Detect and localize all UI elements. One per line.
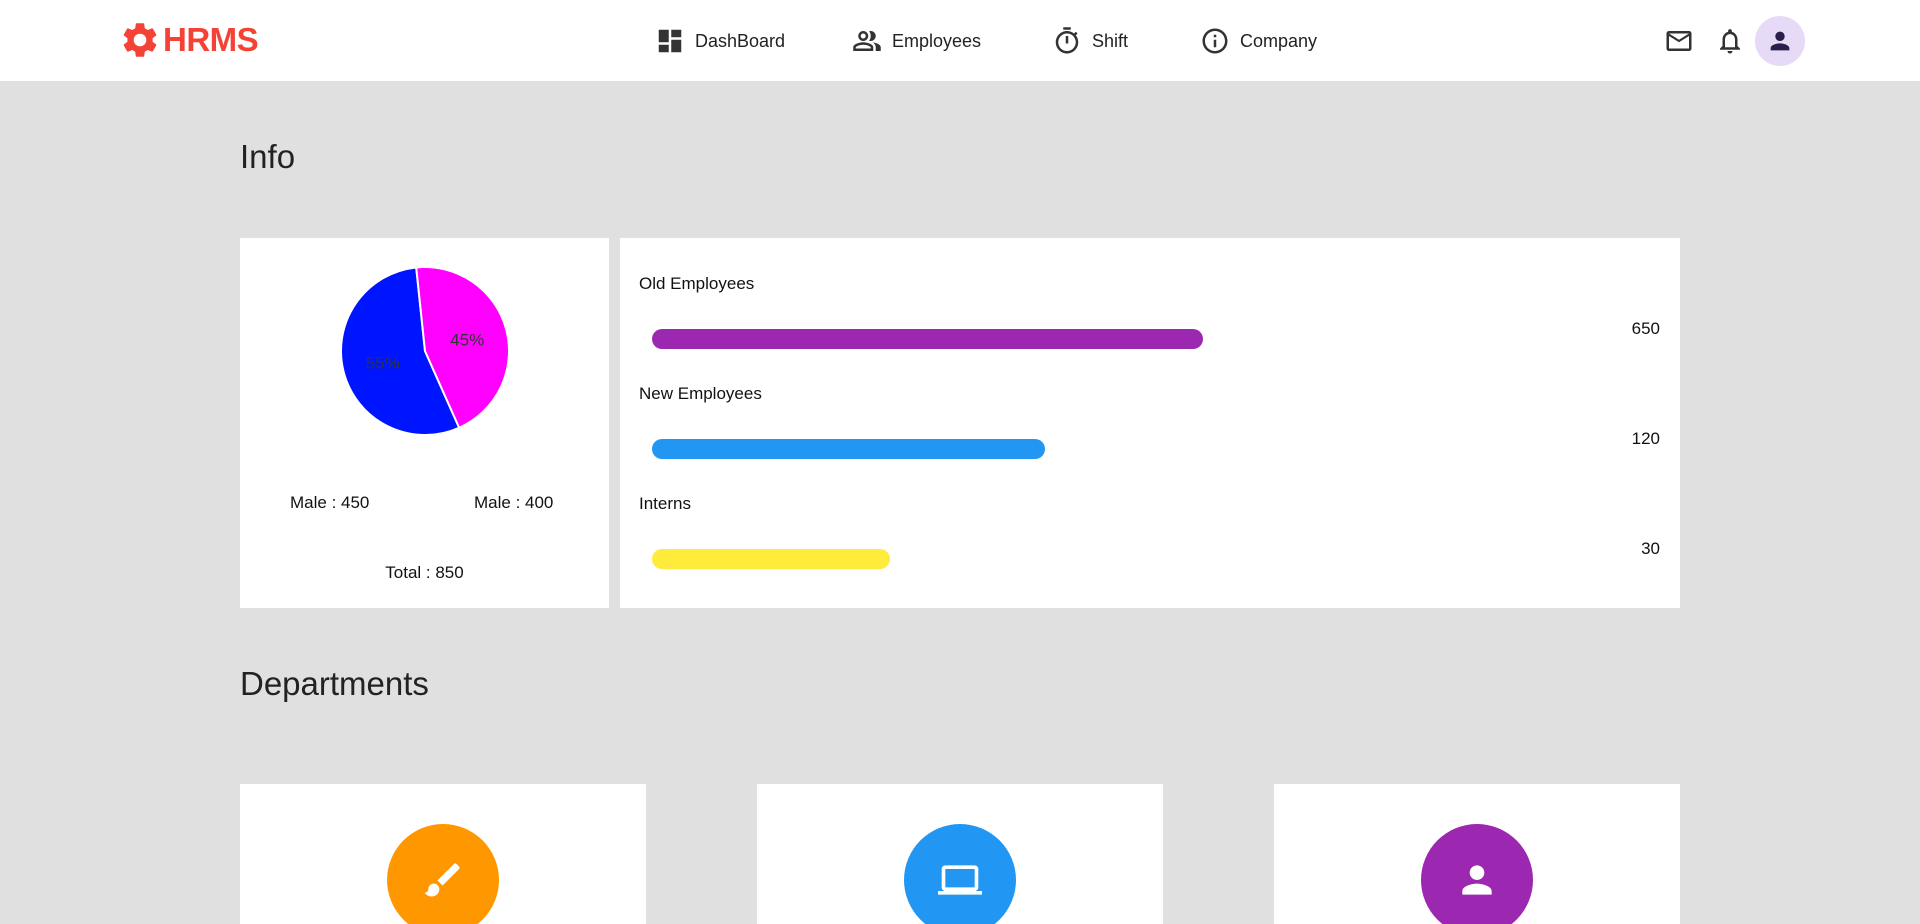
info-heading: Info: [240, 138, 296, 175]
departments-heading: Departments: [240, 665, 429, 702]
stat-value: 120: [1631, 429, 1660, 448]
brush-icon: [424, 863, 460, 897]
mail-icon: [1666, 31, 1692, 51]
gear-icon: [123, 23, 157, 57]
dashboard-icon: [658, 29, 682, 53]
stat-label: New Employees: [639, 384, 762, 403]
employee-stats-card: Old Employees 650 New Employees 120 Inte…: [620, 238, 1680, 608]
mail-button[interactable]: [1664, 26, 1694, 56]
laptop-icon: [938, 865, 982, 895]
stat-label: Old Employees: [639, 274, 755, 293]
brand-name: HRMS: [163, 21, 259, 58]
stat-row-new-employees: New Employees 120: [620, 384, 1680, 494]
pie-slice-label: 45%: [450, 331, 484, 350]
nav-shift[interactable]: Shift: [1052, 20, 1128, 62]
total-count: Total : 850: [385, 563, 464, 582]
stat-label: Interns: [639, 494, 691, 513]
nav-company[interactable]: Company: [1200, 20, 1317, 62]
progress-track: [652, 439, 1628, 459]
person-icon: [1462, 865, 1492, 895]
timer-icon: [1055, 27, 1079, 54]
department-icon-circle: [904, 824, 1016, 924]
department-icon-circle: [387, 824, 499, 924]
nav-employees-label: Employees: [892, 30, 982, 51]
department-card-design[interactable]: [240, 784, 646, 924]
gender-pie-card: 55% 45% Male : 450 Male : 400 Total : 850: [240, 238, 609, 608]
progress-track: [652, 329, 1628, 349]
account-avatar-icon: [1770, 31, 1790, 51]
progress-bar: [652, 439, 1046, 459]
progress-track: [652, 549, 1628, 569]
progress-bar: [652, 329, 1204, 349]
nav-company-label: Company: [1240, 30, 1318, 51]
brand-logo[interactable]: HRMS: [119, 18, 259, 62]
gender-pie-chart: 55% 45%: [340, 266, 510, 436]
department-icon-circle: [1421, 824, 1533, 924]
info-icon: [1202, 28, 1228, 54]
nav-dashboard[interactable]: DashBoard: [655, 20, 785, 62]
stat-value: 30: [1641, 539, 1660, 558]
stat-row-interns: Interns 30: [620, 494, 1680, 604]
nav-employees[interactable]: Employees: [852, 20, 981, 62]
nav-dashboard-label: DashBoard: [695, 30, 786, 51]
gender-count-a: Male : 450: [290, 493, 370, 512]
stat-value: 650: [1631, 319, 1660, 338]
gender-count-b: Male : 400: [474, 493, 554, 512]
top-app-bar: HRMS DashBoard Employees Shift Company: [0, 0, 1920, 81]
progress-bar: [652, 549, 891, 569]
bell-icon: [1720, 29, 1740, 54]
pie-slice-label: 55%: [366, 353, 400, 372]
stat-row-old-employees: Old Employees 650: [620, 274, 1680, 384]
account-avatar[interactable]: [1755, 16, 1805, 66]
nav-shift-label: Shift: [1092, 30, 1129, 51]
department-card-it[interactable]: [757, 784, 1163, 924]
people-icon: [853, 31, 881, 51]
department-card-hr[interactable]: [1274, 784, 1680, 924]
notifications-button[interactable]: [1715, 26, 1745, 56]
